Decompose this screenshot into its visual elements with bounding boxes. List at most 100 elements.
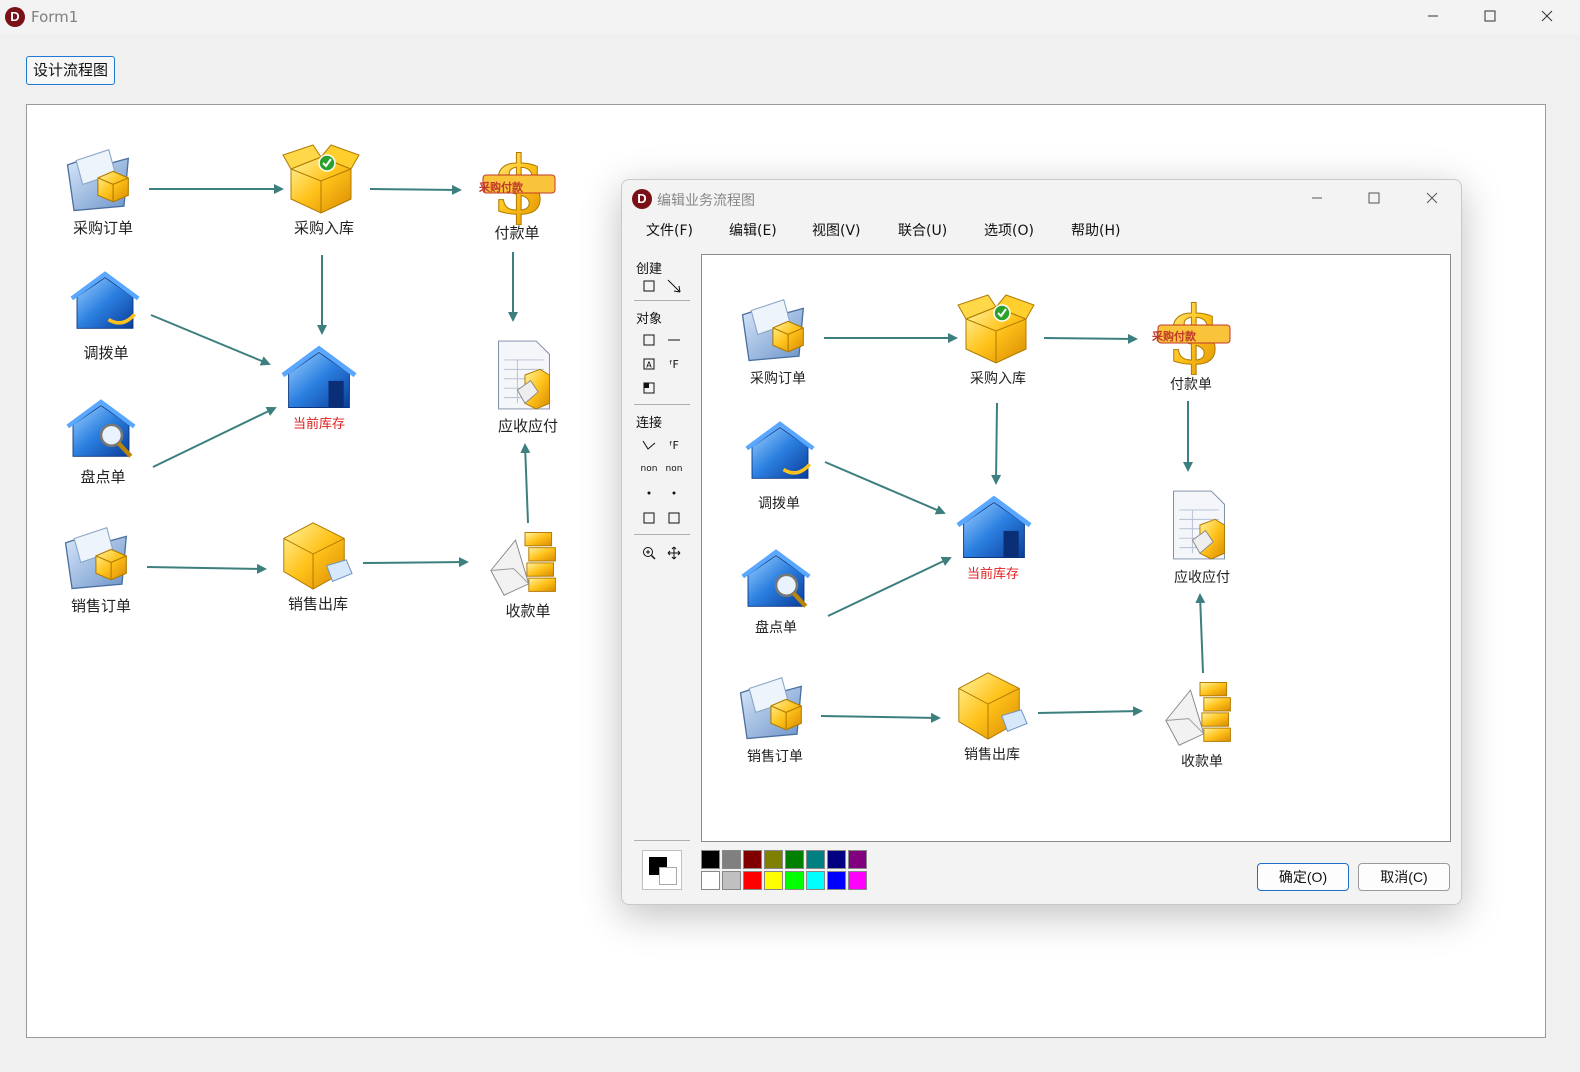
color-swatch[interactable] [848,871,867,890]
image-icon [643,382,655,394]
svg-text:A: A [646,361,652,370]
color-swatch[interactable] [743,850,762,869]
design-flowchart-button[interactable]: 设计流程图 [26,56,116,85]
purchase-order-icon[interactable] [736,289,812,369]
transfer-label: 调拨单 [83,344,129,362]
rectangle-icon [643,512,655,524]
sales-order-icon[interactable] [59,517,135,597]
object-text-tool[interactable]: A [640,355,658,373]
color-swatch[interactable] [848,850,867,869]
color-swatch[interactable] [806,850,825,869]
purchase-order-icon[interactable] [61,139,137,219]
sales-order-label: 销售订单 [747,749,803,765]
dialog-close-button[interactable] [1403,182,1461,214]
maximize-icon [1368,192,1380,204]
color-swatch[interactable] [743,871,762,890]
connect-polyline-tool[interactable] [640,436,658,454]
sales-out-label: 销售出库 [287,595,349,613]
connect-dot-left[interactable] [640,484,658,502]
color-swatch[interactable] [827,871,846,890]
dialog-maximize-button[interactable] [1345,182,1403,214]
maximize-button[interactable] [1461,0,1519,32]
editor-canvas[interactable]: 采购订单 采购入库 采购付款 付款单 调拨单 当前库存 应收应付 盘点单 销售订… [701,254,1451,842]
connect-non-left[interactable]: non [640,460,658,478]
create-line-tool[interactable] [665,277,683,295]
ar-ap-icon[interactable] [1166,487,1232,563]
arrow-in-to-inventory [991,402,1002,485]
purchase-in-label: 采购入库 [970,371,1026,387]
polyline-icon [642,440,656,450]
connect-box-left[interactable] [640,509,658,527]
arrow-in-to-payment [369,184,462,195]
connect-non-right[interactable]: non [665,460,683,478]
purchase-order-label: 采购订单 [72,219,134,237]
ok-button[interactable]: 确定(O) [1257,863,1349,891]
object-rect-tool[interactable] [640,331,658,349]
cancel-button[interactable]: 取消(C) [1358,863,1450,891]
transfer-icon[interactable] [740,417,820,487]
toolbox-object-label: 对象 [636,312,663,327]
object-line-tool[interactable] [665,331,683,349]
menu-union[interactable]: 联合(U) [898,220,947,240]
zoom-tool[interactable] [640,544,658,562]
close-icon [1426,192,1438,204]
sales-order-icon[interactable] [734,667,810,747]
arrow-stocktake-to-inventory [152,406,277,468]
arrow-so-to-out [820,712,941,723]
purchase-order-label: 采购订单 [750,371,806,387]
color-swatch[interactable] [722,850,741,869]
menu-edit[interactable]: 编辑(E) [729,220,777,240]
transfer-label: 调拨单 [758,496,800,512]
payment-banner: 采购付款 [479,181,523,194]
toolbox-separator [634,404,690,405]
receipt-label: 收款单 [1181,754,1223,770]
inventory-icon[interactable] [281,341,357,417]
menu-view[interactable]: 视图(V) [812,220,861,240]
receipt-icon[interactable] [487,521,563,601]
color-swatch[interactable] [785,871,804,890]
color-swatch[interactable] [764,871,783,890]
purchase-in-icon[interactable] [956,289,1036,369]
menu-bar: 文件(F) 编辑(E) 视图(V) 联合(U) 选项(O) 帮助(H) [622,218,1461,242]
connect-box-right[interactable] [665,509,683,527]
close-button[interactable] [1518,0,1576,32]
pan-tool[interactable] [665,544,683,562]
menu-file[interactable]: 文件(F) [646,220,693,240]
color-swatch[interactable] [701,871,720,890]
sales-out-icon[interactable] [950,665,1030,743]
payment-label: 付款单 [494,224,540,242]
receipt-icon[interactable] [1162,671,1238,751]
window-title: Form1 [31,8,79,26]
ar-ap-label: 应收应付 [1174,570,1230,586]
ar-ap-icon[interactable] [491,337,557,413]
stocktake-icon[interactable] [738,545,814,615]
object-function-tool[interactable]: ᶠF [665,355,683,373]
menu-help[interactable]: 帮助(H) [1071,220,1120,240]
color-swatch[interactable] [785,850,804,869]
current-color-picker[interactable] [642,850,682,890]
color-swatch[interactable] [722,871,741,890]
color-swatch[interactable] [806,871,825,890]
transfer-icon[interactable] [65,267,145,337]
sales-out-icon[interactable] [275,515,355,593]
dialog-minimize-button[interactable] [1288,182,1346,214]
text-box-icon: A [643,358,655,370]
arrow-in-to-payment [1043,333,1138,344]
line-icon [668,339,680,341]
purchase-in-icon[interactable] [281,139,361,219]
payment-label: 付款单 [1170,377,1212,393]
minimize-button[interactable] [1404,0,1462,32]
menu-options[interactable]: 选项(O) [984,220,1034,240]
color-swatch[interactable] [701,850,720,869]
create-rect-tool[interactable] [640,277,658,295]
rectangle-icon [643,334,655,346]
toolbox-create-label: 创建 [636,262,663,277]
minimize-icon [1428,15,1438,17]
color-swatch[interactable] [764,850,783,869]
inventory-icon[interactable] [956,491,1032,567]
connect-function-tool[interactable]: ᶠF [665,436,683,454]
object-image-tool[interactable] [640,379,658,397]
connect-dot-right[interactable] [665,484,683,502]
stocktake-icon[interactable] [63,395,139,465]
color-swatch[interactable] [827,850,846,869]
